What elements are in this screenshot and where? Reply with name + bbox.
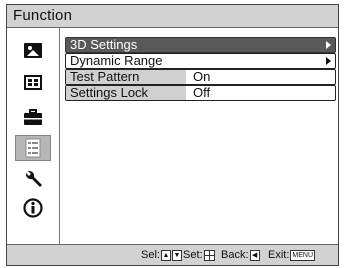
menu-item-label: 3D Settings bbox=[70, 37, 138, 52]
menu-item-label: Test Pattern bbox=[70, 69, 140, 84]
submenu-arrow-icon bbox=[326, 57, 331, 65]
set-hint-label: Set: bbox=[183, 249, 203, 261]
down-arrow-key-icon: ▼ bbox=[171, 249, 182, 261]
wrench-icon bbox=[25, 170, 42, 187]
select-hint-label: Sel: bbox=[141, 249, 160, 261]
enter-key-icon bbox=[203, 249, 215, 261]
back-hint: Back: ◀ bbox=[221, 249, 260, 261]
sidebar-item-setup[interactable] bbox=[15, 105, 51, 131]
menu-item-label: Settings Lock bbox=[70, 85, 149, 100]
screen-adjust-icon bbox=[24, 75, 42, 90]
menu-content: 3D Settings Dynamic Range Test Pattern O… bbox=[60, 28, 338, 245]
menu-item-test-pattern[interactable]: Test Pattern On bbox=[65, 69, 336, 85]
sidebar-item-screen[interactable] bbox=[15, 70, 51, 96]
category-sidebar bbox=[7, 28, 60, 245]
submenu-arrow-icon bbox=[326, 41, 331, 49]
picture-icon bbox=[24, 43, 42, 58]
back-hint-label: Back: bbox=[221, 249, 249, 261]
exit-hint: Exit: MENU bbox=[268, 249, 316, 261]
window-title: Function bbox=[13, 7, 73, 24]
menu-item-3d-settings[interactable]: 3D Settings bbox=[65, 37, 336, 53]
select-hint: Sel: ▲ ▼ bbox=[141, 249, 182, 261]
set-hint: Set: bbox=[183, 249, 215, 261]
menu-key-icon: MENU bbox=[290, 249, 316, 261]
up-arrow-key-icon: ▲ bbox=[160, 249, 171, 261]
sidebar-item-installation[interactable] bbox=[15, 167, 51, 193]
menu-item-label: Dynamic Range bbox=[70, 53, 163, 68]
setup-case-icon bbox=[24, 109, 42, 125]
menu-item-value: Off bbox=[193, 85, 211, 100]
menu-item-dynamic-range[interactable]: Dynamic Range bbox=[65, 53, 336, 69]
function-list-icon bbox=[25, 138, 41, 158]
menu-item-settings-lock[interactable]: Settings Lock Off bbox=[65, 85, 336, 101]
exit-hint-label: Exit: bbox=[268, 249, 290, 261]
sidebar-item-information[interactable] bbox=[15, 195, 51, 221]
sidebar-item-picture[interactable] bbox=[15, 38, 51, 64]
key-guide-footer: Sel: ▲ ▼ Set: Back: ◀ Exit: MENU bbox=[7, 244, 338, 265]
title-bar: Function bbox=[7, 5, 338, 28]
information-icon bbox=[23, 198, 43, 218]
left-arrow-key-icon: ◀ bbox=[249, 249, 260, 261]
sidebar-item-function[interactable] bbox=[15, 135, 51, 161]
menu-item-value: On bbox=[193, 69, 211, 84]
function-menu-window: Function 3D Settings Dynamic Range Test … bbox=[6, 4, 339, 266]
